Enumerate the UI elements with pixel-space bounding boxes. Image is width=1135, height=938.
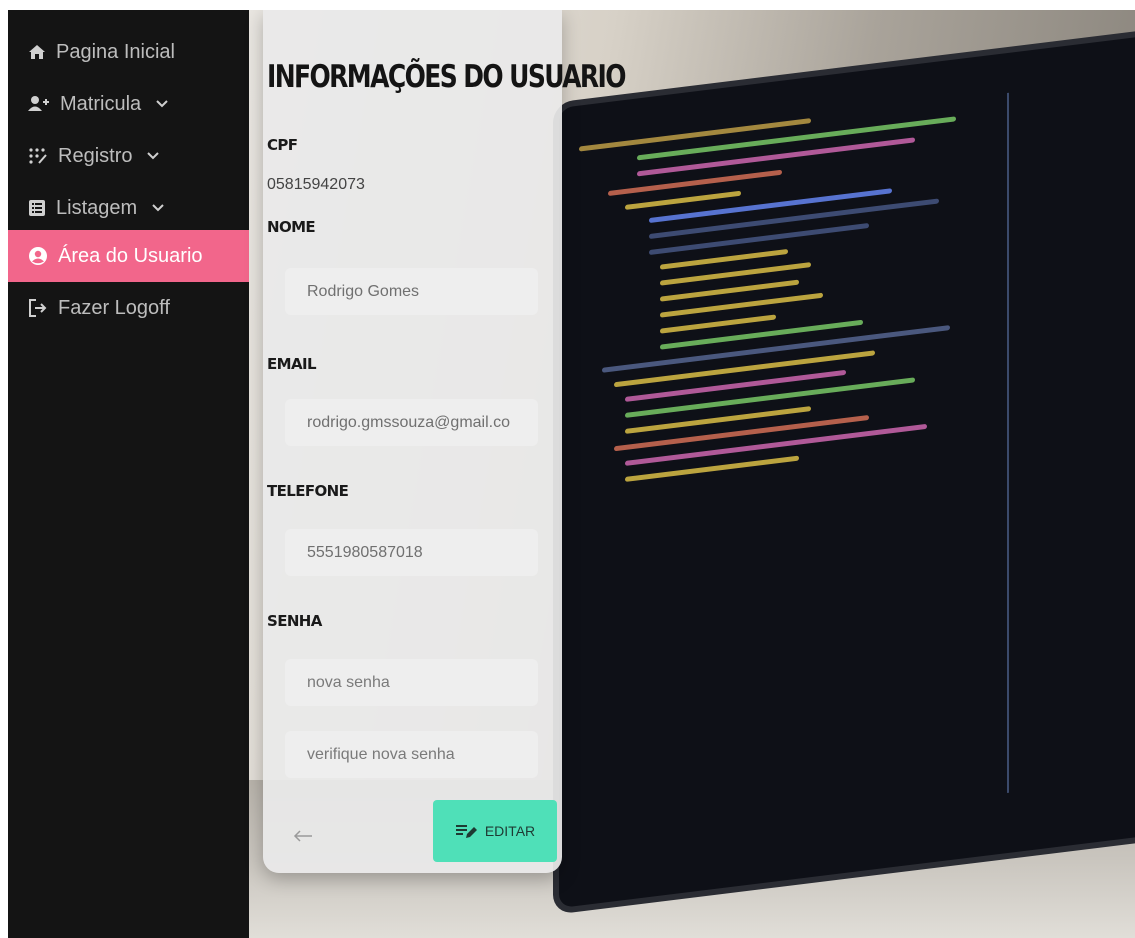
list-icon [29, 200, 45, 216]
sidebar-item-pagina-inicial[interactable]: Pagina Inicial [8, 26, 249, 78]
sidebar-item-fazer-logoff[interactable]: Fazer Logoff [8, 282, 249, 334]
user-plus-icon [28, 96, 49, 111]
sidebar-item-area-do-usuario[interactable]: Área do Usuario [8, 230, 249, 282]
code-editor [579, 64, 1135, 875]
user-info-card: INFORMAÇÕES DO USUARIO CPF 05815942073 N… [263, 10, 627, 873]
telefone-input[interactable] [285, 529, 538, 576]
page-title: INFORMAÇÕES DO USUARIO [267, 58, 627, 95]
sidebar-item-label: Listagem [56, 196, 138, 219]
sidebar-item-label: Registro [58, 144, 133, 167]
sidebar-item-label: Fazer Logoff [58, 296, 170, 319]
verify-password-input[interactable] [285, 731, 538, 778]
cpf-value: 05815942073 [267, 176, 365, 193]
nome-input[interactable] [285, 268, 538, 315]
user-circle-icon [29, 247, 47, 265]
edit-button-label: EDITAR [484, 823, 536, 839]
nome-label: NOME [267, 218, 316, 236]
dots-grid-icon [29, 148, 47, 164]
logout-icon [29, 299, 47, 317]
email-label: EMAIL [267, 355, 317, 373]
new-password-input[interactable] [285, 659, 538, 706]
chevron-down-icon [155, 99, 169, 109]
senha-label: SENHA [267, 612, 322, 630]
email-input[interactable] [285, 399, 538, 446]
home-icon [29, 45, 45, 59]
chevron-down-icon [146, 151, 160, 161]
back-arrow-icon[interactable] [293, 828, 313, 847]
sidebar-item-listagem[interactable]: Listagem [8, 182, 249, 234]
sidebar-item-label: Área do Usuario [58, 244, 203, 267]
sidebar-item-label: Pagina Inicial [56, 40, 175, 63]
laptop-screen [559, 31, 1135, 909]
sidebar-item-registro[interactable]: Registro [8, 130, 249, 182]
edit-button[interactable]: EDITAR [433, 800, 557, 862]
sidebar-item-matricula[interactable]: Matricula [8, 78, 249, 130]
sidebar: Pagina Inicial Matricula Registro Listag… [8, 10, 249, 938]
cpf-label: CPF [267, 136, 298, 154]
chevron-down-icon [151, 203, 165, 213]
sidebar-item-label: Matricula [60, 92, 142, 115]
telefone-label: TELEFONE [267, 482, 349, 500]
app-frame: Pagina Inicial Matricula Registro Listag… [8, 10, 1135, 938]
edit-icon [455, 825, 477, 838]
